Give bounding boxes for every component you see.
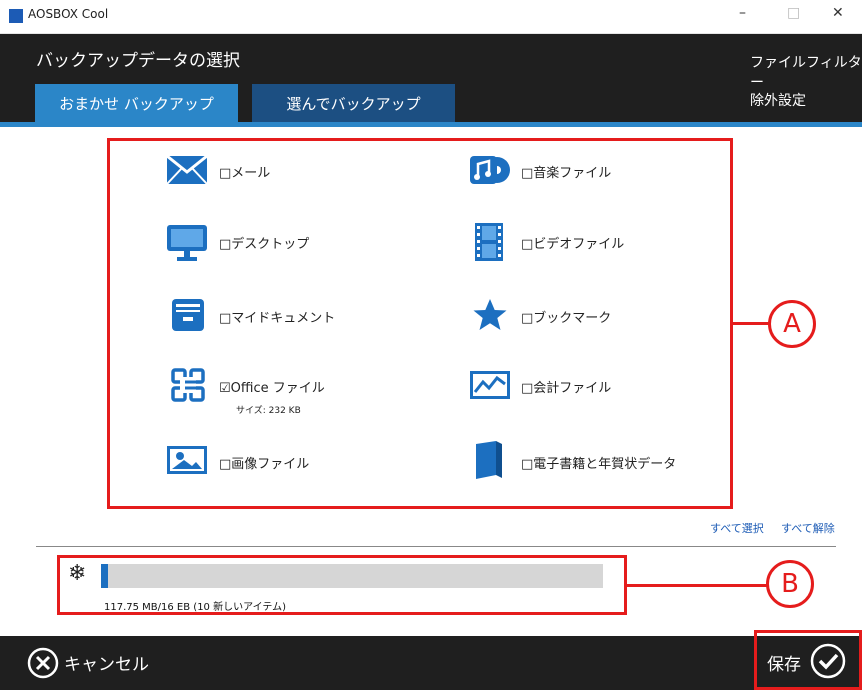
window-title: AOSBOX Cool xyxy=(28,7,109,21)
item-images[interactable]: □画像ファイル xyxy=(219,453,309,472)
tab-select-backup[interactable]: 選んでバックアップ xyxy=(252,84,455,122)
music-icon xyxy=(469,155,511,185)
callout-b-line xyxy=(627,584,769,587)
item-bookmark[interactable]: □ブックマーク xyxy=(521,307,611,326)
item-ebooks-greeting[interactable]: □電子書籍と年賀状データ xyxy=(521,453,676,472)
office-icon xyxy=(171,368,205,402)
callout-b: B xyxy=(766,560,814,608)
tab-underline xyxy=(0,122,862,127)
mail-icon xyxy=(166,155,208,185)
item-music[interactable]: □音楽ファイル xyxy=(521,162,611,181)
storage-progress-fill xyxy=(101,564,108,588)
chart-icon xyxy=(469,370,511,400)
file-filter-link[interactable]: ファイルフィルター xyxy=(750,52,862,92)
film-icon xyxy=(474,222,504,262)
page-title: バックアップデータの選択 xyxy=(36,51,240,71)
snowflake-icon: ❄ xyxy=(68,561,87,586)
star-icon xyxy=(472,297,508,333)
storage-progress-bar xyxy=(101,564,603,588)
tab-auto-backup[interactable]: おまかせ バックアップ xyxy=(35,84,238,122)
item-accounting[interactable]: □会計ファイル xyxy=(521,377,611,396)
cabinet-icon xyxy=(171,298,205,332)
item-video[interactable]: □ビデオファイル xyxy=(521,233,624,252)
cancel-icon[interactable] xyxy=(27,647,59,683)
cancel-button[interactable]: キャンセル xyxy=(64,650,149,675)
app-logo-icon xyxy=(9,9,23,23)
maximize-button[interactable]: □ xyxy=(787,5,800,21)
select-all-link[interactable]: すべて選択 xyxy=(710,520,764,536)
exclude-settings-link[interactable]: 除外設定 xyxy=(750,90,806,110)
title-bar xyxy=(0,0,862,34)
save-button[interactable]: 保存 xyxy=(767,650,801,675)
item-office[interactable]: ☑Office ファイル xyxy=(219,377,325,396)
callout-a: A xyxy=(768,300,816,348)
item-mail[interactable]: □メール xyxy=(219,162,270,181)
divider xyxy=(36,546,836,547)
deselect-all-link[interactable]: すべて解除 xyxy=(781,520,835,536)
book-icon xyxy=(474,440,504,480)
callout-a-line xyxy=(733,322,771,325)
minimize-button[interactable]: – xyxy=(739,5,746,21)
check-circle-icon[interactable] xyxy=(810,643,846,683)
item-my-documents[interactable]: □マイドキュメント xyxy=(219,307,335,326)
storage-usage-text: 117.75 MB/16 EB (10 新しいアイテム) xyxy=(104,602,286,613)
monitor-icon xyxy=(166,224,208,262)
image-icon xyxy=(166,445,208,475)
office-size-label: サイズ: 232 KB xyxy=(236,406,301,416)
item-desktop[interactable]: □デスクトップ xyxy=(219,233,309,252)
close-button[interactable]: ✕ xyxy=(832,5,844,21)
